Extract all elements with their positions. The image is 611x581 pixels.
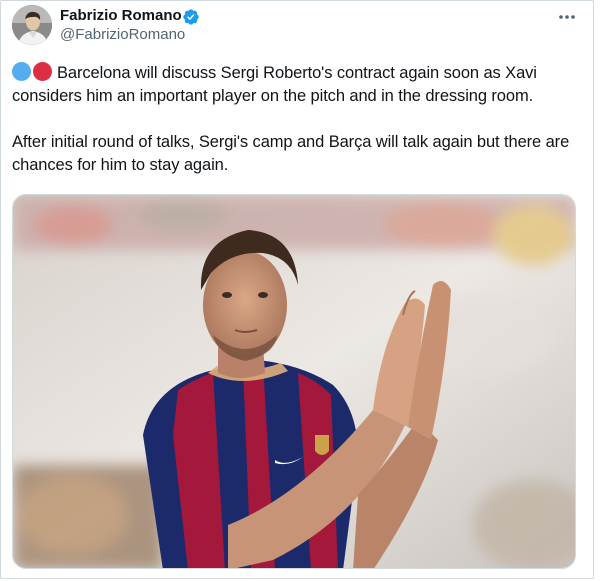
more-options-icon[interactable] — [555, 7, 579, 27]
tweet-text: Barcelona will discuss Sergi Roberto's c… — [12, 62, 587, 177]
tweet-paragraph-2: After initial round of talks, Sergi's ca… — [12, 133, 570, 174]
red-circle-emoji — [33, 62, 52, 81]
tweet-card[interactable]: Fabrizio Romano @FabrizioRomano Barcelon… — [0, 0, 594, 579]
blue-circle-emoji — [12, 62, 31, 81]
tweet-media-image[interactable] — [12, 194, 576, 569]
author-handle[interactable]: @FabrizioRomano — [60, 26, 185, 43]
tweet-paragraph-1: Barcelona will discuss Sergi Roberto's c… — [12, 62, 587, 108]
author-avatar[interactable] — [12, 5, 52, 45]
author-display-name[interactable]: Fabrizio Romano — [60, 7, 182, 24]
tweet-paragraph-1-text: Barcelona will discuss Sergi Roberto's c… — [12, 64, 537, 105]
verified-badge-icon — [183, 9, 199, 25]
player-clapping-photo — [13, 195, 575, 568]
avatar-photo — [12, 5, 52, 45]
